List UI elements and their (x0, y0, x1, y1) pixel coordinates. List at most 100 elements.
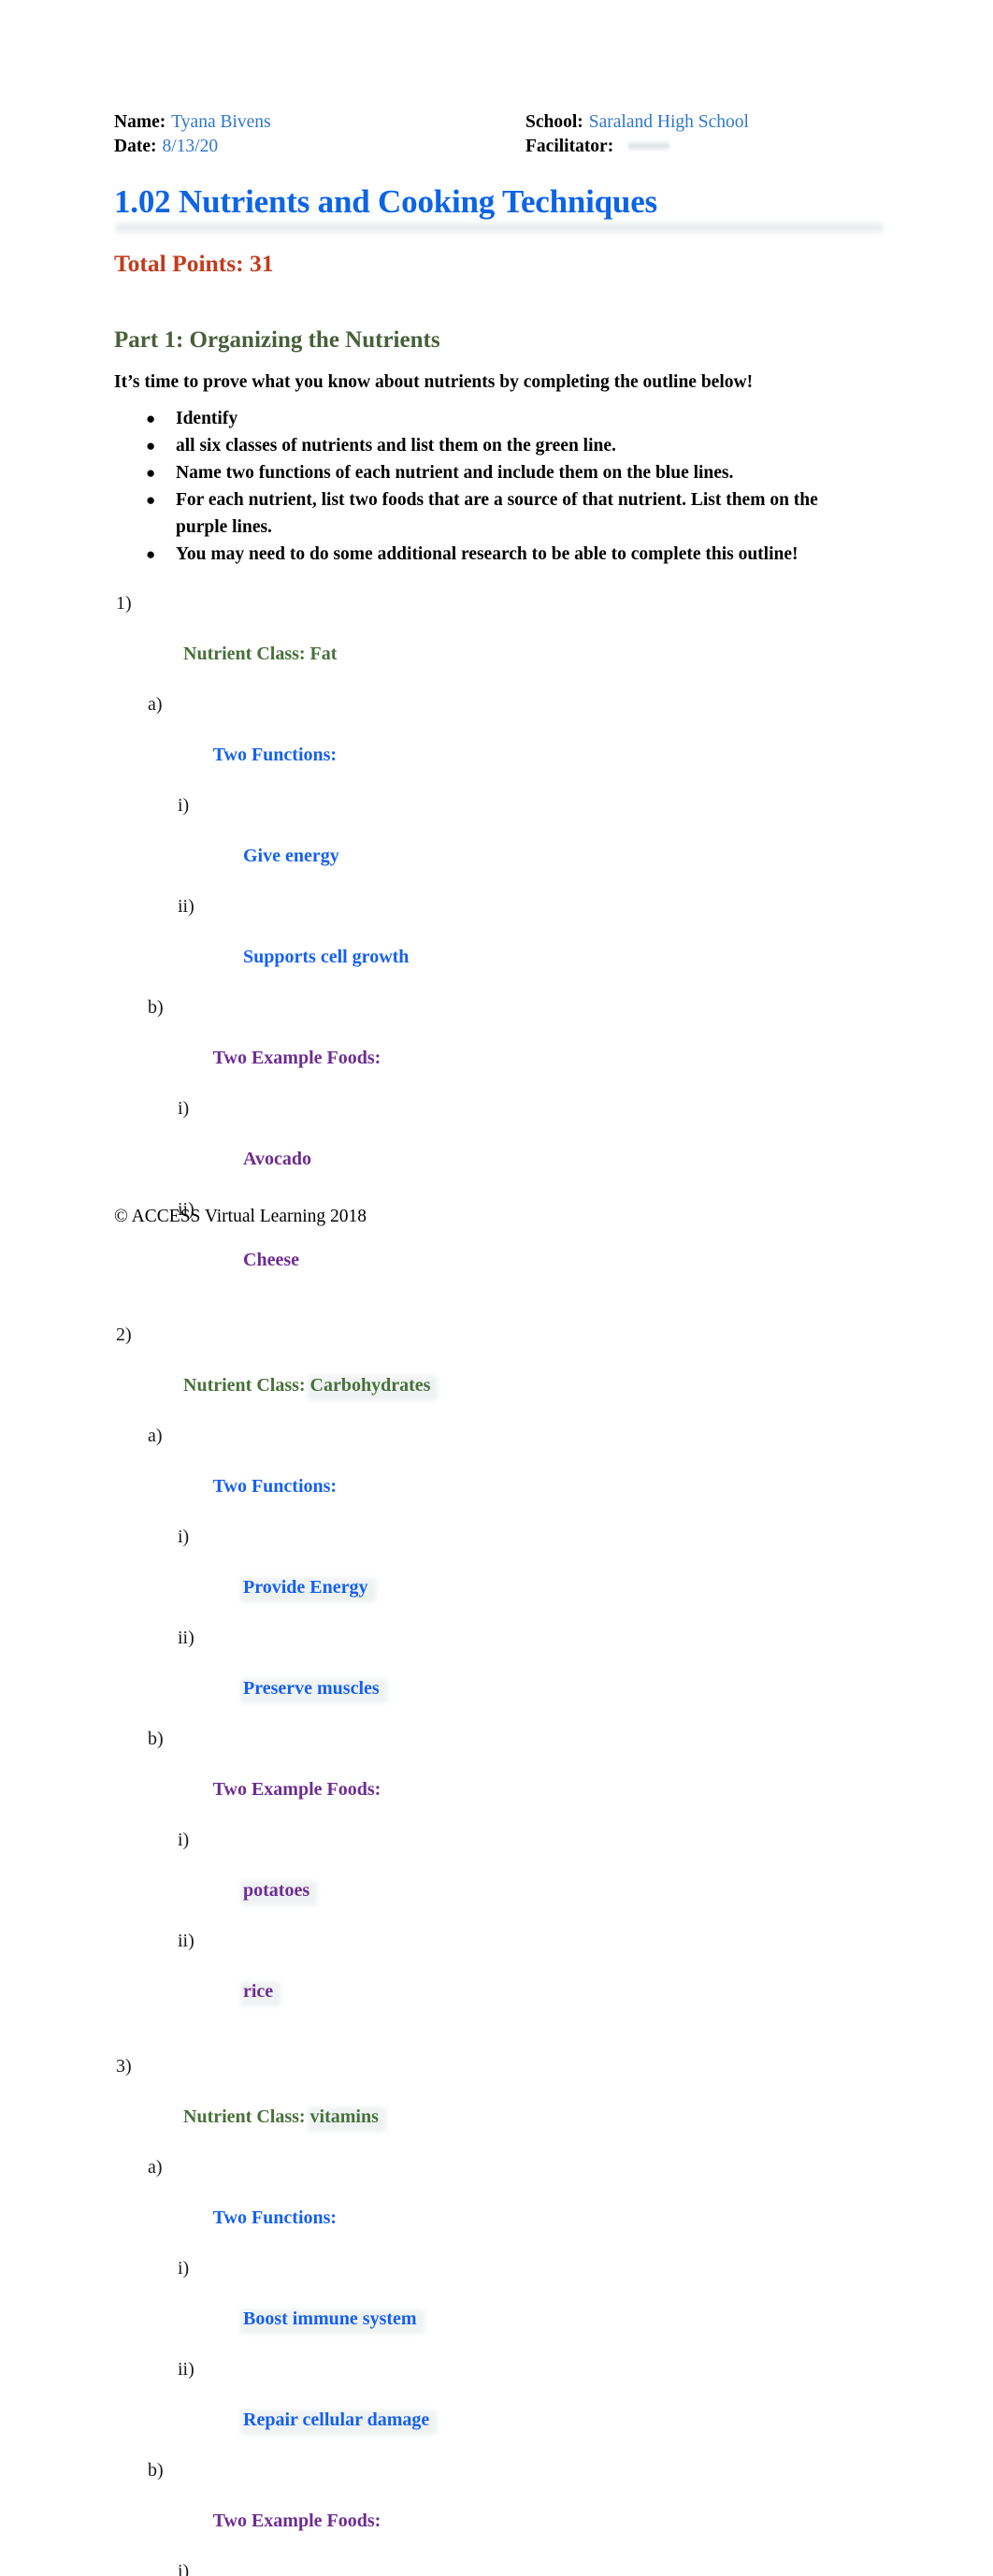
instruction-bullet-list: ● Identify ● all six classes of nutrient… (114, 405, 881, 568)
outline-group-3: 3) Nutrient Class: vitamins a) Two Funct… (114, 2054, 881, 2576)
two-example-foods-label: Two Example Foods: (212, 1048, 381, 1068)
function-value[interactable]: Supports cell growth (243, 945, 409, 970)
function-value[interactable]: Repair cellular damage (243, 2408, 429, 2433)
list-marker-roman: i) (178, 1527, 190, 1547)
two-example-foods-row: b) Two Example Foods: (114, 995, 881, 1096)
scan-artifact-band (116, 221, 883, 236)
list-marker-roman: ii) (178, 1628, 194, 1648)
food-value[interactable]: Cheese (243, 1248, 299, 1273)
bullet-dot-icon: ● (146, 491, 156, 509)
list-marker-letter: b) (148, 1729, 164, 1749)
list-item: ● Identify (114, 405, 881, 432)
list-marker-letter: a) (148, 2157, 163, 2178)
function-row: ii) Preserve muscles (114, 1626, 881, 1727)
list-marker-letter: a) (148, 1425, 163, 1446)
list-item: ● For each nutrient, list two foods that… (114, 486, 881, 541)
list-item: ● Name two functions of each nutrient an… (114, 459, 881, 486)
list-marker-roman: i) (178, 795, 190, 816)
list-item-text: For each nutrient, list two foods that a… (176, 490, 818, 537)
function-value[interactable]: Boost immune system (243, 2307, 417, 2332)
list-marker-roman: ii) (178, 896, 194, 917)
list-item-text: Name two functions of each nutrient and … (176, 463, 734, 483)
date-label: Date: (114, 137, 157, 156)
function-row: i) Give energy (114, 793, 881, 894)
two-functions-row: a) Two Functions: (114, 1424, 881, 1525)
function-value[interactable]: Provide Energy (243, 1575, 368, 1600)
part-1-heading: Part 1: Organizing the Nutrients (114, 327, 440, 353)
two-example-foods-label: Two Example Foods: (212, 1779, 381, 1800)
two-functions-row: a) Two Functions: (114, 692, 881, 793)
list-marker-letter: b) (148, 997, 164, 1018)
nutrient-class-row: 1) Nutrient Class: Fat (114, 591, 881, 692)
nutrient-outline: 1) Nutrient Class: Fat a) Two Functions:… (114, 591, 881, 2576)
list-marker-roman: i) (178, 2561, 190, 2576)
name-value[interactable]: Tyana Bivens (171, 112, 270, 133)
outline-group-1: 1) Nutrient Class: Fat a) Two Functions:… (114, 591, 881, 1298)
document-page: Name: Tyana Bivens School: Saraland High… (0, 0, 993, 2576)
name-field-group: Name: Tyana Bivens (114, 112, 525, 133)
function-value[interactable]: Give energy (243, 844, 339, 869)
two-example-foods-label: Two Example Foods: (212, 2511, 381, 2531)
name-label: Name: (114, 112, 166, 132)
function-value[interactable]: Preserve muscles (243, 1676, 380, 1701)
list-item-text: You may need to do some additional resea… (176, 544, 799, 564)
list-marker-letter: a) (148, 694, 163, 715)
food-value[interactable]: potatoes (243, 1878, 309, 1903)
document-header-meta: Name: Tyana Bivens School: Saraland High… (114, 112, 881, 161)
date-value[interactable]: 8/13/20 (162, 137, 218, 157)
header-row-date-facilitator: Date: 8/13/20 Facilitator: (114, 137, 881, 161)
bullet-dot-icon: ● (146, 464, 156, 482)
nutrient-class-label: Nutrient Class: (183, 1375, 306, 1396)
function-row: i) Provide Energy (114, 1525, 881, 1626)
school-field-group: School: Saraland High School (525, 112, 881, 133)
facilitator-label: Facilitator: (525, 137, 614, 156)
two-functions-label: Two Functions: (212, 1476, 338, 1497)
list-item: ● You may need to do some additional res… (114, 541, 881, 568)
list-marker-roman: i) (178, 1098, 190, 1119)
two-example-foods-row: b) Two Example Foods: (114, 1727, 881, 1828)
bullet-dot-icon: ● (146, 437, 156, 455)
list-marker-letter: b) (148, 2460, 164, 2481)
list-marker-roman: ii) (178, 1931, 194, 1951)
two-functions-label: Two Functions: (212, 2207, 338, 2228)
nutrient-class-label: Nutrient Class: (183, 644, 306, 664)
food-value[interactable]: Avocado (243, 1147, 311, 1172)
nutrient-class-label: Nutrient Class: (183, 2106, 306, 2127)
school-label: School: (525, 112, 583, 132)
food-row: i) Avocado (114, 1096, 881, 1197)
nutrient-class-value[interactable]: vitamins (310, 2105, 379, 2130)
intro-instruction: It’s time to prove what you know about n… (114, 372, 754, 392)
food-row: i) Milk (114, 2559, 881, 2576)
two-example-foods-row: b) Two Example Foods: (114, 2458, 881, 2559)
list-item-text: all six classes of nutrients and list th… (176, 436, 616, 456)
nutrient-class-row: 2) Nutrient Class: Carbohydrates (114, 1323, 881, 1424)
two-functions-row: a) Two Functions: (114, 2155, 881, 2256)
food-row: i) potatoes (114, 1828, 881, 1929)
facilitator-field-group: Facilitator: (525, 137, 881, 157)
list-marker-roman: i) (178, 2258, 190, 2279)
function-row: i) Boost immune system (114, 2256, 881, 2357)
food-value[interactable]: rice (243, 1979, 273, 2004)
page-title: 1.02 Nutrients and Cooking Techniques (114, 183, 657, 220)
nutrient-class-value[interactable]: Carbohydrates (310, 1373, 431, 1398)
list-marker-roman: ii) (178, 2359, 194, 2380)
food-row: ii) rice (114, 1929, 881, 2030)
nutrient-class-row: 3) Nutrient Class: vitamins (114, 2054, 881, 2155)
header-row-name-school: Name: Tyana Bivens School: Saraland High… (114, 112, 881, 137)
list-marker-number: 3) (116, 2056, 132, 2077)
list-marker-number: 2) (116, 1324, 132, 1345)
school-value[interactable]: Saraland High School (589, 112, 749, 133)
outline-group-2: 2) Nutrient Class: Carbohydrates a) Two … (114, 1323, 881, 2030)
list-marker-number: 1) (116, 593, 132, 614)
list-item: ● all six classes of nutrients and list … (114, 432, 881, 459)
list-marker-roman: i) (178, 1830, 190, 1850)
date-field-group: Date: 8/13/20 (114, 137, 525, 157)
footer-copyright: © ACCESS Virtual Learning 2018 (114, 1207, 367, 1226)
function-row: ii) Repair cellular damage (114, 2357, 881, 2458)
bullet-dot-icon: ● (146, 545, 156, 563)
nutrient-class-value[interactable]: Fat (310, 642, 338, 667)
bullet-dot-icon: ● (146, 410, 156, 427)
list-item-text: Identify (176, 409, 238, 428)
total-points: Total Points: 31 (114, 250, 274, 277)
two-functions-label: Two Functions: (212, 745, 338, 765)
